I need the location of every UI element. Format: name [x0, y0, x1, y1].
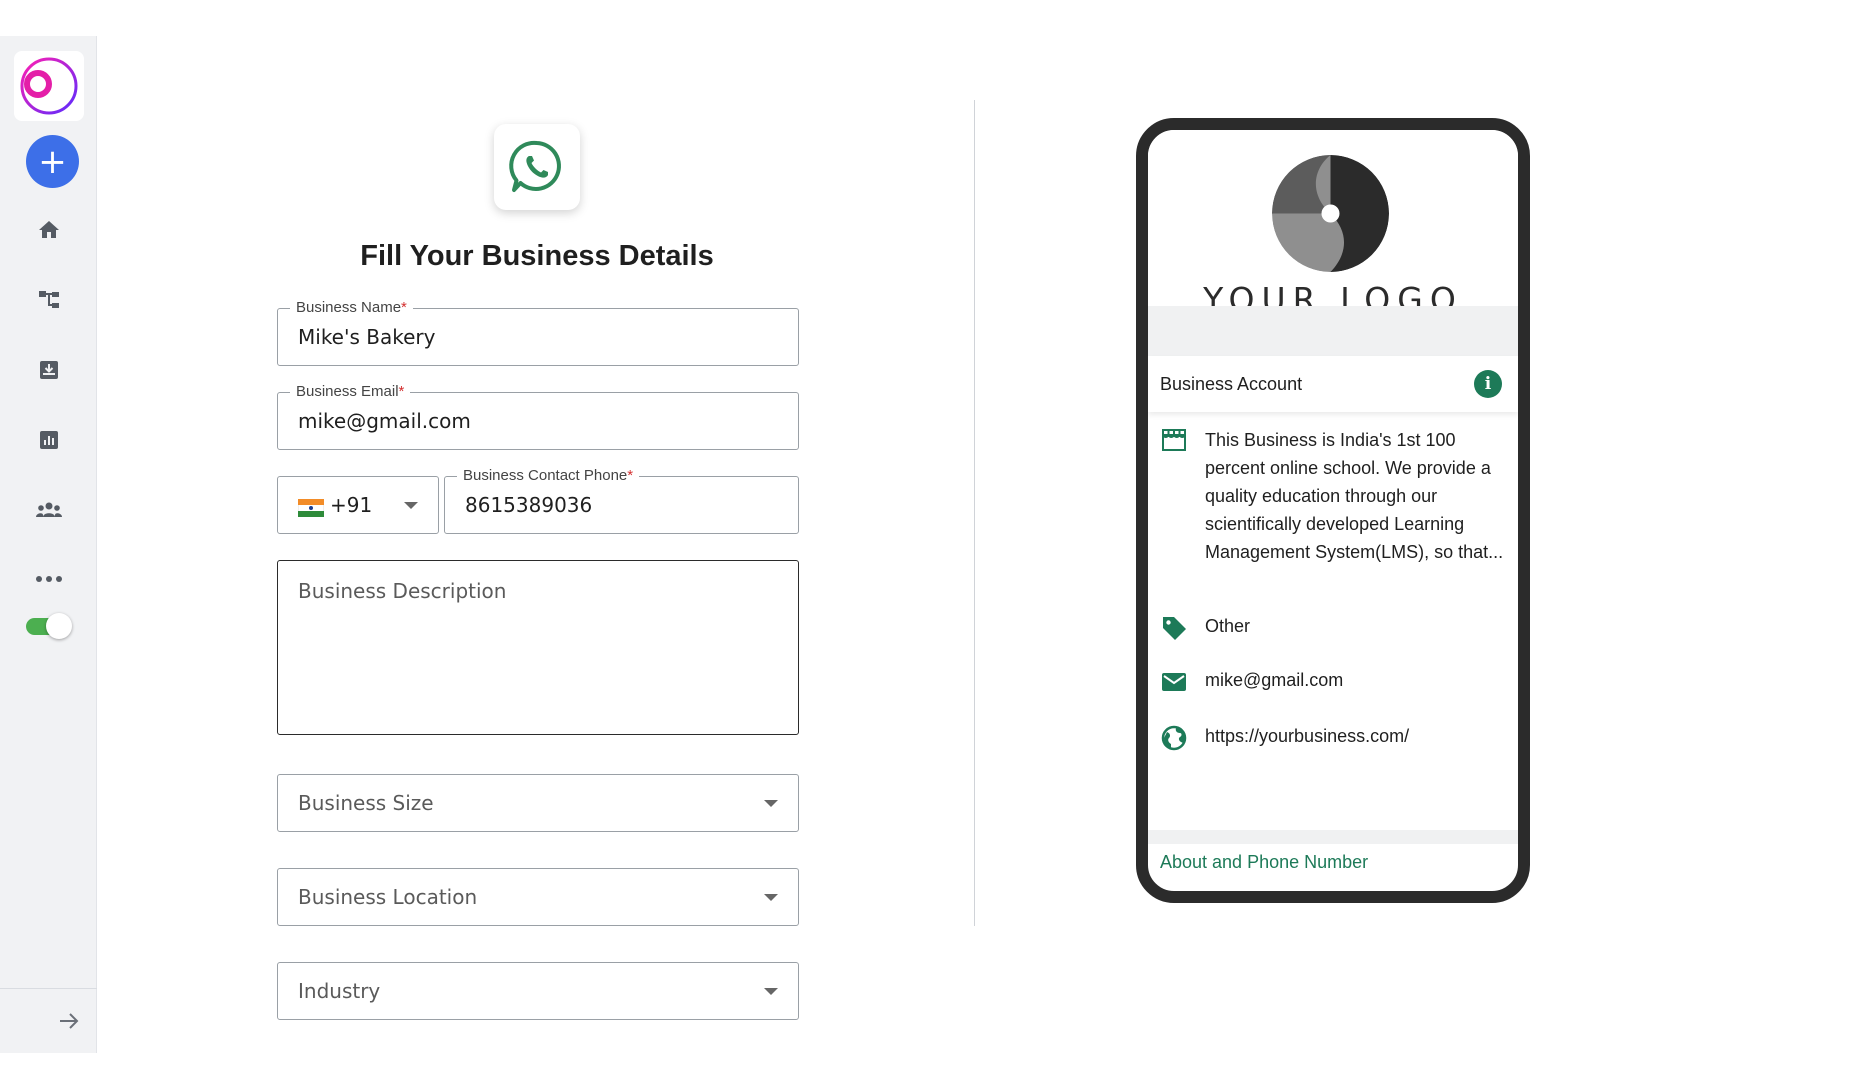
chevron-down-icon — [404, 502, 418, 509]
business-description-field[interactable] — [277, 560, 799, 735]
home-icon — [39, 221, 59, 238]
vertical-divider — [974, 100, 975, 926]
expand-sidebar-button[interactable] — [52, 1004, 86, 1038]
sidebar-item-inbox[interactable] — [30, 351, 68, 389]
contact-phone-field[interactable]: Business Contact Phone* — [444, 467, 799, 534]
business-email-input[interactable] — [298, 393, 788, 449]
category-preview: Other — [1205, 616, 1251, 636]
toggle-knob — [46, 613, 72, 639]
industry-placeholder: Industry — [298, 979, 381, 1003]
business-location-select[interactable]: Business Location — [277, 868, 799, 926]
business-name-field[interactable]: Business Name* — [277, 299, 799, 366]
sidebar-item-home[interactable] — [30, 211, 68, 249]
sidebar: + — [0, 36, 97, 1053]
contact-phone-input[interactable] — [465, 477, 788, 533]
tag-icon — [1163, 617, 1186, 640]
sidebar-divider — [0, 988, 97, 989]
chart-icon — [40, 431, 58, 449]
info-icon[interactable]: i — [1474, 370, 1502, 398]
form-title: Fill Your Business Details — [360, 240, 714, 272]
sidebar-item-analytics[interactable] — [30, 421, 68, 459]
logo-placeholder: YOUR LOGO — [1148, 130, 1518, 306]
whatsapp-tile — [494, 124, 580, 210]
chevron-down-icon — [764, 800, 778, 807]
store-icon — [1162, 429, 1186, 451]
plus-icon: + — [38, 141, 67, 182]
chevron-down-icon — [764, 988, 778, 995]
business-location-placeholder: Business Location — [298, 885, 478, 909]
logo-graphic-icon — [1272, 155, 1389, 272]
business-description-preview: This Business is India's 1st 100 percent… — [1205, 430, 1504, 562]
flow-icon — [39, 291, 59, 308]
about-phone-link[interactable]: About and Phone Number — [1160, 852, 1368, 873]
sidebar-item-flows[interactable] — [30, 281, 68, 319]
inbox-download-icon — [40, 361, 58, 379]
globe-icon — [1161, 725, 1187, 751]
sidebar-item-contacts[interactable] — [30, 491, 68, 529]
email-preview: mike@gmail.com — [1205, 670, 1344, 690]
phone-preview: YOUR LOGO Business Account i This Busine… — [1136, 118, 1530, 903]
whatsapp-icon — [509, 140, 561, 192]
business-size-select[interactable]: Business Size — [277, 774, 799, 832]
people-icon — [36, 502, 62, 517]
logo-text: YOUR LOGO — [1203, 280, 1463, 306]
brand-logo-icon — [20, 57, 78, 115]
business-size-placeholder: Business Size — [298, 791, 434, 815]
business-name-input[interactable] — [298, 309, 788, 365]
email-icon — [1162, 673, 1186, 691]
business-email-field[interactable]: Business Email* — [277, 383, 799, 450]
add-button[interactable]: + — [26, 135, 79, 188]
header-band — [1148, 306, 1518, 356]
india-flag-icon — [298, 499, 324, 517]
arrow-right-icon — [60, 1013, 79, 1029]
website-preview[interactable]: https://yourbusiness.com/ — [1205, 722, 1409, 750]
more-dots-icon — [36, 576, 62, 582]
status-toggle[interactable] — [26, 612, 74, 640]
business-account-label: Business Account — [1160, 373, 1303, 394]
sidebar-item-more[interactable] — [30, 560, 68, 598]
industry-select[interactable]: Industry — [277, 962, 799, 1020]
business-account-row: Business Account i — [1148, 356, 1518, 412]
country-code-select[interactable]: +91 — [277, 476, 439, 534]
brand-logo[interactable] — [14, 51, 84, 121]
business-description-input[interactable] — [298, 579, 788, 724]
about-divider-band — [1148, 830, 1518, 844]
chevron-down-icon — [764, 894, 778, 901]
country-code-value: +91 — [330, 493, 373, 517]
